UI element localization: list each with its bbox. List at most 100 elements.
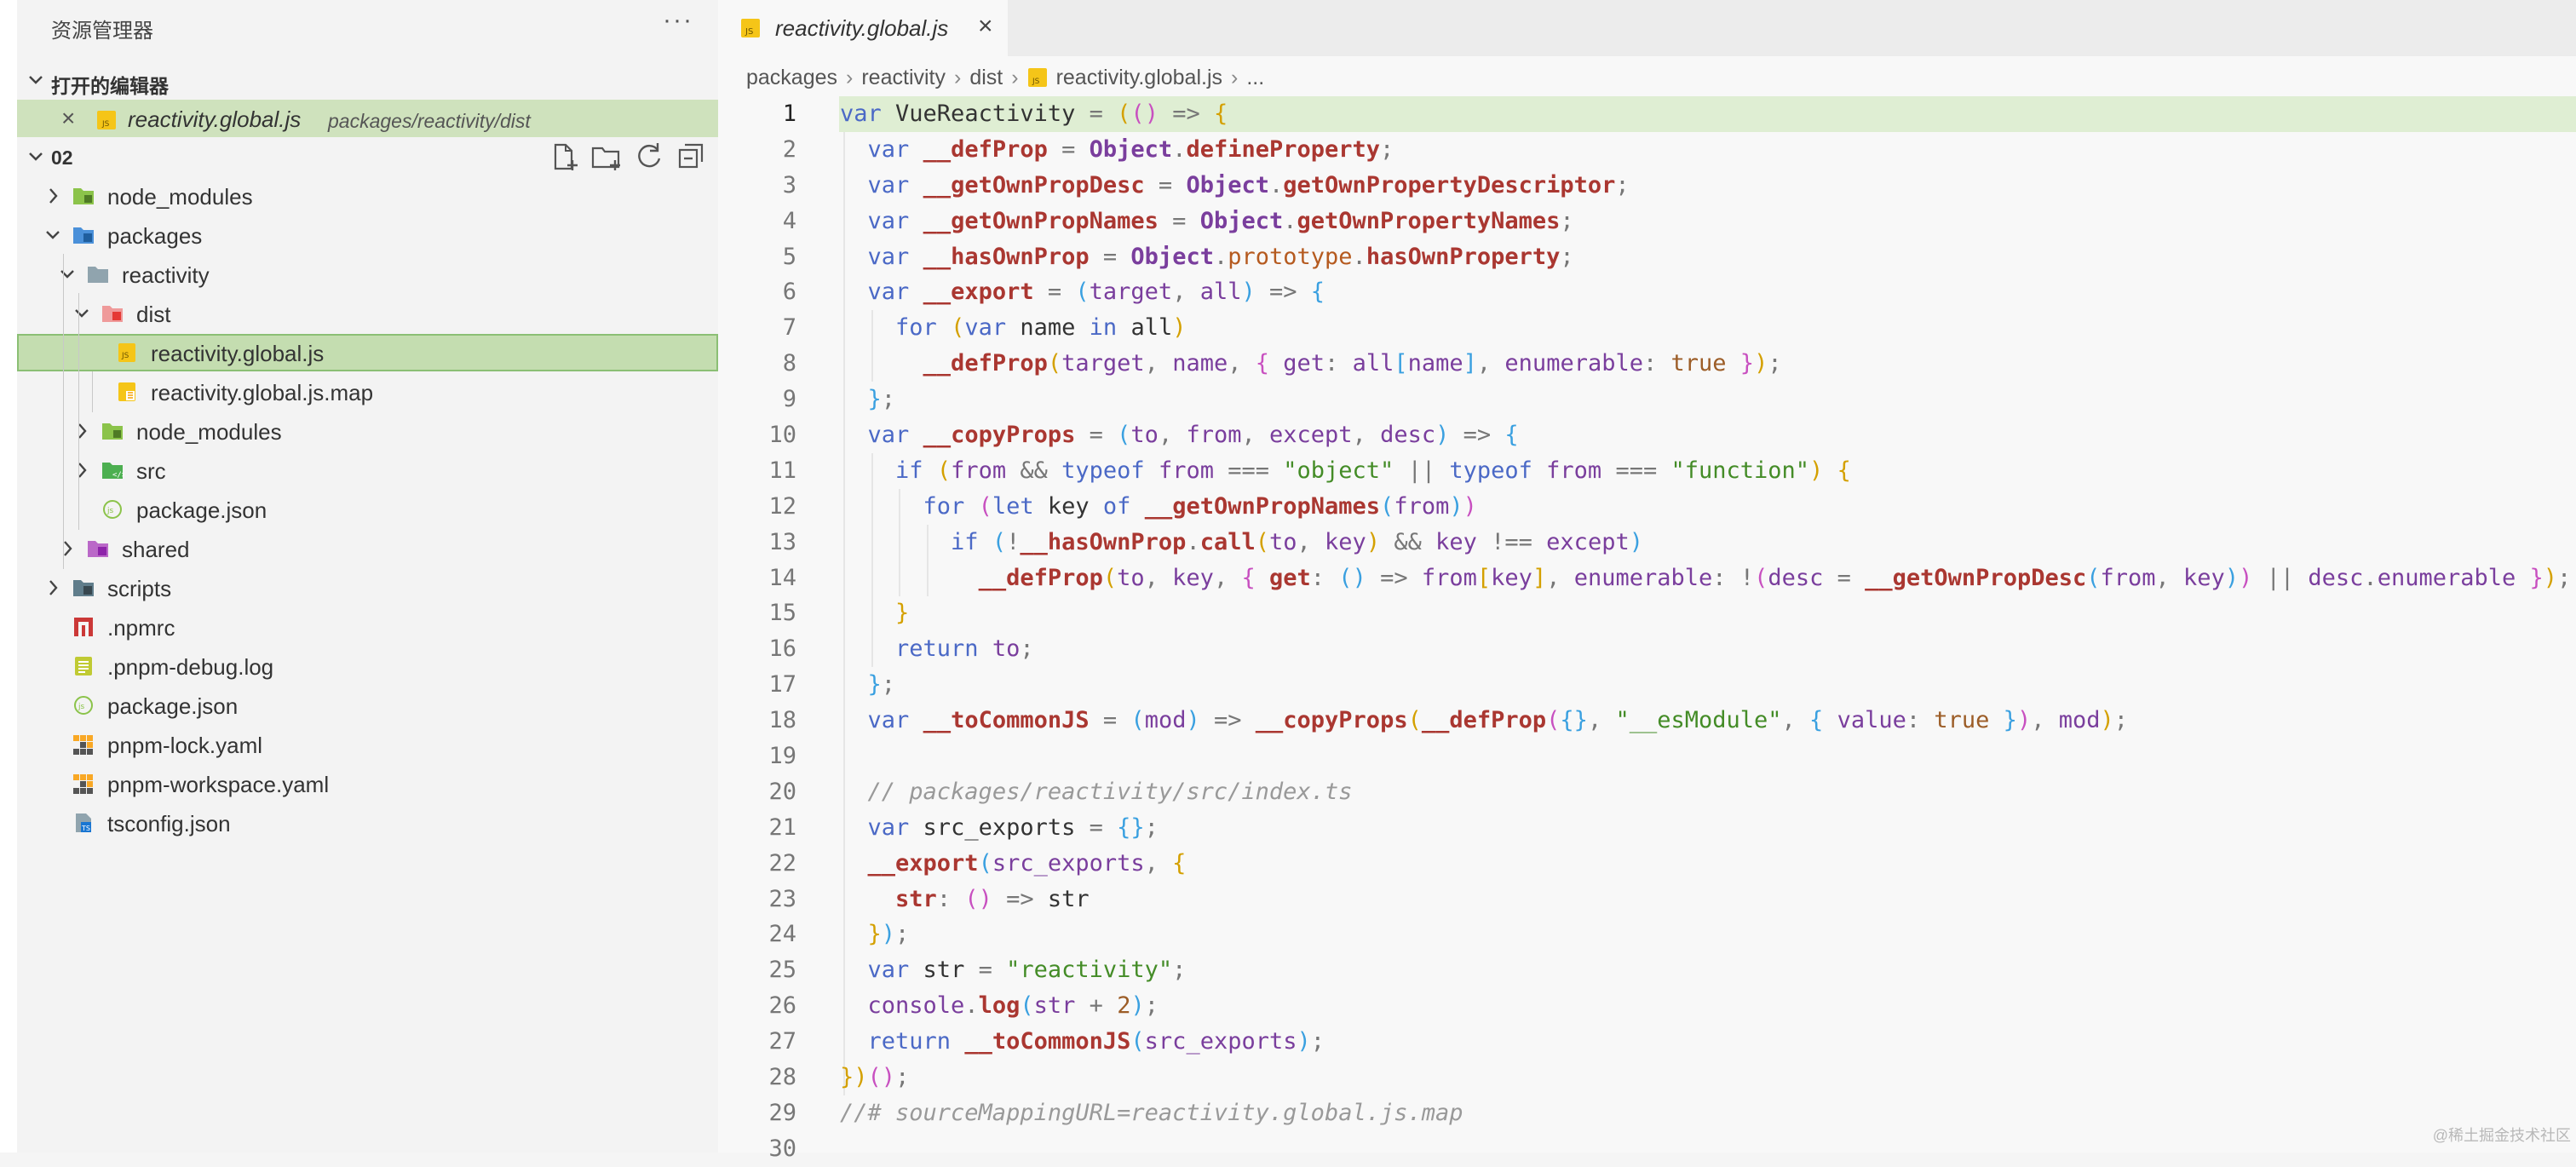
code-token: => xyxy=(992,885,1048,912)
chevron-right-icon[interactable] xyxy=(57,537,78,561)
code-token: target xyxy=(1061,350,1145,377)
tree-item[interactable]: TS tsconfig.json xyxy=(17,804,718,842)
tab-reactivity-global-js[interactable]: JS reactivity.global.js × xyxy=(718,0,1008,56)
tree-item[interactable]: scripts xyxy=(17,569,718,606)
code-line: for (var name in all) xyxy=(840,310,2571,346)
code-token: call xyxy=(1199,528,1256,555)
tree-item[interactable]: pnpm-workspace.yaml xyxy=(17,765,718,802)
tree-item[interactable]: dist xyxy=(17,295,718,332)
breadcrumb-item[interactable]: reactivity.global.js xyxy=(1056,66,1222,90)
code-token: var xyxy=(964,314,1007,342)
close-icon[interactable]: × xyxy=(61,105,75,132)
code-token: __defProp xyxy=(923,135,1048,163)
tree-item[interactable]: js package.json xyxy=(17,491,718,528)
code-token: ( xyxy=(1380,492,1394,520)
code-token: : xyxy=(1310,564,1339,591)
tree-item-label: shared xyxy=(122,537,190,562)
chevron-down-icon[interactable] xyxy=(57,262,78,286)
tree-item[interactable]: js package.json xyxy=(17,687,718,724)
code-line: }); xyxy=(840,917,2571,952)
code-token: ) xyxy=(1754,350,1768,377)
code-editor[interactable]: 1 2 3 4 5 6 7 8 9 10 11 12 13 14 15 16 17 18 19 20 21 22 23 24 2… xyxy=(718,96,2576,1162)
code-text[interactable]: var VueReactivity = (() => { var __defPr… xyxy=(840,96,2571,1167)
code-token: Object xyxy=(1199,207,1284,234)
line-number: 24 xyxy=(768,921,796,948)
chevron-right-icon: › xyxy=(954,65,962,89)
tree-item[interactable]: .npmrc xyxy=(17,608,718,646)
code-token: { xyxy=(1241,564,1256,591)
code-token: prototype xyxy=(1228,243,1353,270)
code-token: , xyxy=(1172,279,1200,306)
code-token: === xyxy=(1213,457,1284,484)
line-number: 17 xyxy=(768,671,796,698)
breadcrumb-item[interactable]: dist xyxy=(969,66,1003,90)
code-token: ! xyxy=(1006,528,1021,555)
collapse-all-icon[interactable] xyxy=(675,140,709,174)
chevron-right-icon[interactable] xyxy=(72,419,92,443)
more-actions-icon[interactable]: ··· xyxy=(663,8,693,33)
tree-item[interactable]: reactivity.global.js.map xyxy=(17,373,718,411)
code-token: //# sourceMappingURL=reactivity.global.j… xyxy=(840,1099,1463,1126)
code-token: [ xyxy=(1394,350,1408,377)
code-token: : xyxy=(1712,564,1740,591)
breadcrumb-item[interactable]: reactivity xyxy=(861,66,946,90)
tab-bar: JS reactivity.global.js × xyxy=(718,0,2576,56)
tree-item[interactable]: packages xyxy=(17,216,718,254)
src-folder-icon: </> xyxy=(102,463,124,480)
code-token: "function" xyxy=(1670,457,1810,484)
line-number: 18 xyxy=(768,707,796,734)
tree-item[interactable]: JS reactivity.global.js xyxy=(17,334,718,371)
tree-item[interactable]: reactivity xyxy=(17,256,718,293)
code-token: ( xyxy=(1047,350,1062,377)
js-file-icon: JS xyxy=(118,343,135,362)
code-token: except xyxy=(1269,422,1353,449)
refresh-icon[interactable] xyxy=(632,140,666,174)
code-token: to xyxy=(1117,564,1145,591)
new-folder-icon[interactable] xyxy=(589,140,624,174)
code-line: return __toCommonJS(src_exports); xyxy=(840,1024,2571,1060)
code-token: key xyxy=(2183,564,2225,591)
line-number: 9 xyxy=(782,386,796,413)
open-editor-item[interactable]: × JS reactivity.global.js packages/react… xyxy=(17,100,718,137)
open-editors-header[interactable]: 打开的编辑器 xyxy=(17,61,718,99)
code-token: __defProp xyxy=(923,350,1048,377)
tree-item[interactable]: .pnpm-debug.log xyxy=(17,647,718,685)
code-token: {} xyxy=(1560,707,1588,734)
code-token: ( xyxy=(1407,707,1422,734)
code-token: : xyxy=(1325,350,1353,377)
new-file-icon[interactable] xyxy=(547,140,581,174)
code-line: var __toCommonJS = (mod) => __copyProps(… xyxy=(840,703,2571,739)
chevron-right-icon[interactable] xyxy=(43,576,63,600)
chevron-down-icon[interactable] xyxy=(72,302,92,325)
line-number: 1 xyxy=(782,101,796,127)
close-icon[interactable]: × xyxy=(978,12,993,41)
code-token: __getOwnPropDesc xyxy=(1865,564,2087,591)
code-token: : xyxy=(936,885,965,912)
line-number: 15 xyxy=(768,600,796,627)
code-token: str xyxy=(895,885,937,912)
tree-item[interactable]: pnpm-lock.yaml xyxy=(17,726,718,763)
tree-item[interactable]: node_modules xyxy=(17,412,718,450)
code-token: ( xyxy=(1130,1028,1145,1055)
code-line: })(); xyxy=(840,1060,2571,1095)
chevron-right-icon[interactable] xyxy=(43,184,63,208)
tree-item[interactable]: </> src xyxy=(17,451,718,489)
tree-item[interactable]: shared xyxy=(17,530,718,567)
tree-item[interactable]: node_modules xyxy=(17,177,718,215)
code-token: name xyxy=(1407,350,1463,377)
code-line: //# sourceMappingURL=reactivity.global.j… xyxy=(840,1095,2571,1131)
chevron-right-icon[interactable] xyxy=(72,458,92,482)
breadcrumb-item[interactable]: packages xyxy=(746,66,837,90)
code-token: var xyxy=(867,813,910,841)
open-editors-label: 打开的编辑器 xyxy=(51,75,169,97)
chevron-down-icon[interactable] xyxy=(43,223,63,247)
code-token: from xyxy=(951,457,1007,484)
svg-text:TS: TS xyxy=(81,825,90,832)
breadcrumb-item[interactable]: ... xyxy=(1246,66,1264,90)
